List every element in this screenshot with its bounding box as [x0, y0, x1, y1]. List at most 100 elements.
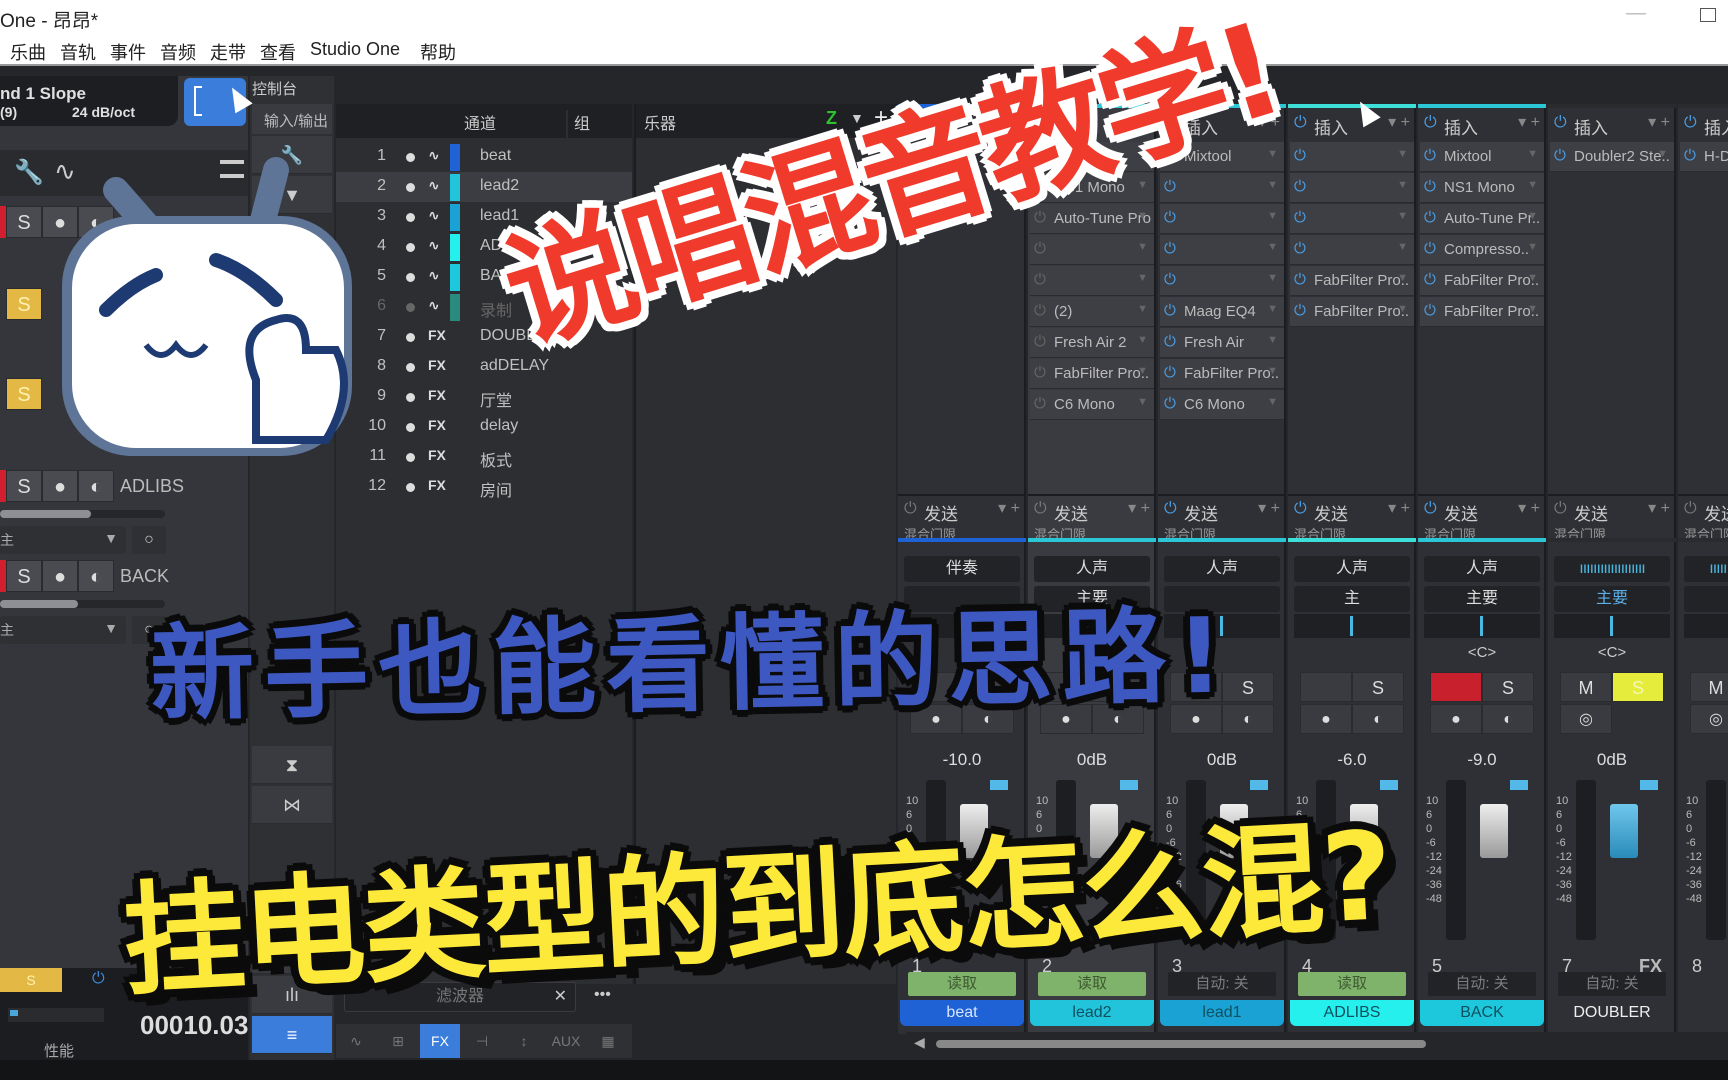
power-icon[interactable]: ⏻	[1424, 114, 1437, 132]
fader-handle[interactable]	[1350, 804, 1378, 858]
rack-icon[interactable]: ▤	[252, 936, 332, 974]
solo-button[interactable]: S	[962, 672, 1014, 702]
chevron-down-icon[interactable]: ▼	[850, 110, 864, 126]
send-header[interactable]: ⏻发送▾ +	[1158, 494, 1286, 524]
channel-name-label[interactable]: lead1	[1160, 1000, 1284, 1026]
collapse-vertical-icon[interactable]: ⧗	[252, 746, 332, 784]
insert-plugin-slot[interactable]: ⏻ Auto-Tune Pr.. ▼	[1420, 204, 1544, 234]
automation-icon[interactable]: ∿	[54, 156, 76, 187]
add-insert-icon[interactable]: ▾ +	[1388, 112, 1410, 132]
fader-handle[interactable]	[1610, 804, 1638, 858]
insert-plugin-slot[interactable]: ⏻ ▼	[1290, 142, 1414, 172]
power-icon[interactable]: ⏻	[1294, 147, 1306, 164]
solo-button[interactable]: S	[1612, 672, 1664, 702]
link-icon[interactable]: ◎	[1690, 704, 1728, 734]
add-insert-icon[interactable]: ▾ +	[1258, 112, 1280, 132]
insert-plugin-slot[interactable]: ⏻ ▼	[1030, 266, 1154, 296]
record-button[interactable]: ●	[42, 560, 78, 592]
power-icon[interactable]: ⏻	[1684, 500, 1697, 518]
power-icon[interactable]: ⏻	[1424, 271, 1436, 288]
monitor-button[interactable]: ◐	[78, 206, 114, 238]
power-icon[interactable]: ⏻	[1424, 240, 1436, 257]
power-icon[interactable]: ⏻	[1684, 114, 1697, 132]
add-send-icon[interactable]: ▾ +	[1648, 498, 1670, 518]
power-icon[interactable]: ⏻	[1164, 500, 1177, 518]
power-icon[interactable]: ⏻	[1164, 209, 1176, 226]
insert-plugin-slot[interactable]: ⏻ Maag EQ4 ▼	[1160, 297, 1284, 327]
power-icon[interactable]: ⏻	[1424, 209, 1436, 226]
channel-column-header[interactable]: 通道	[464, 110, 496, 134]
add-insert-icon[interactable]: ▾ +	[998, 112, 1020, 132]
solo-button[interactable]: S	[1222, 672, 1274, 702]
pan-slider[interactable]	[1034, 614, 1150, 638]
monitor-toggle[interactable]: ○	[132, 526, 166, 554]
power-icon[interactable]: ⏻	[1424, 147, 1436, 164]
volume-bar[interactable]	[0, 510, 165, 518]
link-icon[interactable]: ◎	[1560, 704, 1612, 734]
send-header[interactable]: ⏻发送▾ +	[1548, 494, 1676, 524]
power-icon[interactable]: ⏻	[1164, 178, 1176, 195]
menu-help[interactable]: 帮助	[420, 39, 456, 65]
mute-button[interactable]	[1040, 672, 1092, 702]
send-header[interactable]: ⏻发送▾ +	[1288, 494, 1416, 524]
solo-button[interactable]: S	[6, 560, 42, 592]
chevron-down-icon[interactable]: ▼	[252, 176, 332, 214]
insert-plugin-slot[interactable]: ⏻ ▼	[1030, 235, 1154, 265]
insert-header[interactable]: ⏻插入▾ +	[1418, 110, 1546, 140]
add-insert-icon[interactable]: ▾ +	[1128, 112, 1150, 132]
volume-bar[interactable]	[0, 600, 165, 608]
insert-plugin-slot[interactable]: ⏻ FabFilter Pro.. ▼	[1030, 359, 1154, 389]
insert-plugin-slot[interactable]: ⏻ ▼	[1160, 235, 1284, 265]
output-select[interactable]: 主 ▼	[0, 526, 126, 554]
mute-button[interactable]	[1430, 672, 1482, 702]
add-send-icon[interactable]: ▾ +	[1258, 498, 1280, 518]
insert-plugin-slot[interactable]: ⏻ Fresh Air 2 ▼	[1030, 328, 1154, 358]
visibility-dot-icon[interactable]	[406, 183, 415, 192]
solo-button[interactable]: S	[6, 206, 42, 238]
send-header[interactable]: ⏻发送▾ +	[1678, 494, 1728, 524]
menu-transport[interactable]: 走带	[210, 39, 246, 65]
power-icon[interactable]: ⏻	[1164, 147, 1176, 164]
tab-level[interactable]: ↕	[504, 1024, 544, 1058]
bus-select[interactable]: 人声	[1424, 556, 1540, 582]
automation-mode[interactable]: 自动: 关	[1428, 972, 1536, 996]
menu-studio-one[interactable]: Studio One	[310, 39, 400, 60]
insert-plugin-slot[interactable]: ⏻ C6 Mono ▼	[1030, 390, 1154, 420]
mute-button[interactable]	[1300, 672, 1352, 702]
fader-handle[interactable]	[1220, 804, 1248, 858]
mute-button[interactable]	[1170, 672, 1222, 702]
monitor-button[interactable]: ◐	[1092, 704, 1144, 734]
send-header[interactable]: ⏻发送▾ +	[898, 494, 1026, 524]
power-icon[interactable]: ⏻	[1164, 333, 1176, 350]
insert-header[interactable]: ⏻插入▾ +	[1548, 110, 1676, 140]
monitor-button[interactable]: ◐	[78, 560, 114, 592]
insert-plugin-slot[interactable]: ⏻ Mixtool ▼	[1160, 142, 1284, 172]
filter-input[interactable]: 滤波器 ✕	[344, 982, 576, 1012]
tab-waveform[interactable]: ∿	[336, 1024, 376, 1058]
output-select[interactable]: 主要	[1424, 586, 1540, 612]
add-insert-icon[interactable]: ▾ +	[1648, 112, 1670, 132]
insert-plugin-slot[interactable]: ⏻ Fresh Air ▼	[1160, 328, 1284, 358]
record-button[interactable]: ●	[1170, 704, 1222, 734]
power-icon[interactable]: ⏻	[1294, 500, 1307, 518]
monitor-button[interactable]: ◐	[962, 704, 1014, 734]
collapse-horizontal-icon[interactable]: ⋈	[252, 786, 332, 824]
insert-plugin-slot[interactable]: ⏻ Mixtool ▼	[1420, 142, 1544, 172]
fader-handle[interactable]	[1480, 804, 1508, 858]
add-instrument-button[interactable]: +	[874, 104, 888, 132]
channel-name-label[interactable]: ad	[1680, 1000, 1728, 1026]
power-icon[interactable]: ⏻	[1554, 147, 1566, 164]
pan-slider[interactable]	[1424, 614, 1540, 638]
visibility-dot-icon[interactable]	[406, 273, 415, 282]
record-button[interactable]: ●	[1040, 704, 1092, 734]
insert-plugin-slot[interactable]: ⏻H-De..▼	[1680, 142, 1728, 172]
automation-mode[interactable]: 自动: 关	[1558, 972, 1666, 996]
solo-button[interactable]: S	[1092, 672, 1144, 702]
insert-header[interactable]: ⏻插入▾ +	[1158, 110, 1286, 140]
power-icon[interactable]: ⏻	[1294, 178, 1306, 195]
output-select[interactable]	[904, 586, 1020, 612]
channel-name-label[interactable]: ADLIBS	[1290, 1000, 1414, 1026]
output-select[interactable]	[1164, 586, 1280, 612]
output-select[interactable]: 主	[1294, 586, 1410, 612]
channel-list-row[interactable]: 1 ∿ beat	[336, 142, 632, 172]
